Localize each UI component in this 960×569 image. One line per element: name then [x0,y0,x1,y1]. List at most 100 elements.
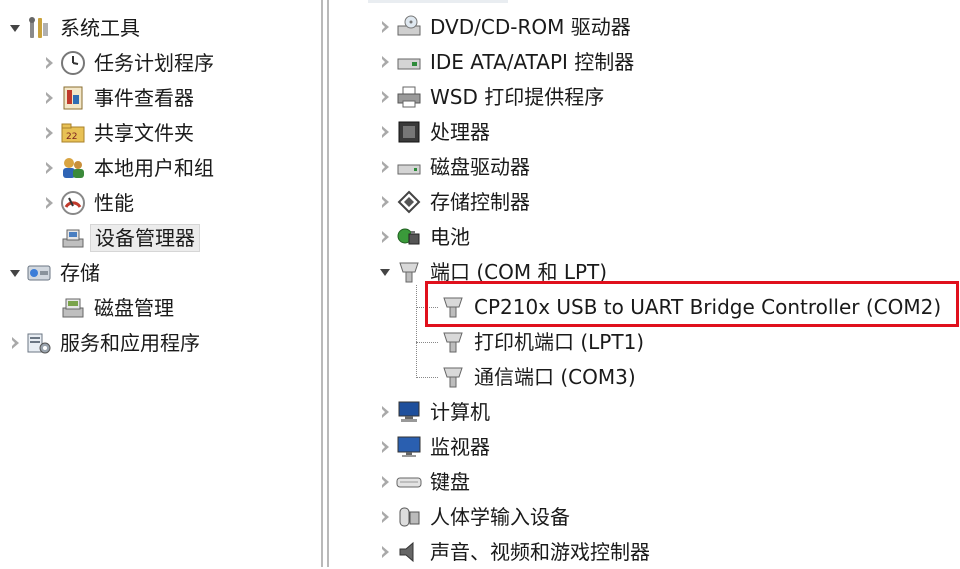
hid-icon [396,504,422,530]
tree-item-system-tools[interactable]: 系统工具 [8,11,140,45]
tree-item-services-apps[interactable]: 服务和应用程序 [8,326,200,360]
device-category-label: 监视器 [430,435,490,459]
collapsed-arrow-icon[interactable] [42,161,56,175]
device-category-ide[interactable]: IDE ATA/ATAPI 控制器 [378,45,634,79]
tree-item-label: 服务和应用程序 [60,331,200,355]
collapsed-arrow-icon[interactable] [42,91,56,105]
collapsed-arrow-icon[interactable] [378,160,392,174]
device-category-label: 电池 [430,225,470,249]
collapsed-arrow-icon[interactable] [42,196,56,210]
device-category-keyboards[interactable]: 键盘 [378,465,470,499]
tree-item-label: 共享文件夹 [94,121,194,145]
storage-icon [26,260,52,286]
tree-item-label: 磁盘管理 [94,296,174,320]
pane-splitter[interactable] [318,0,332,567]
tree-item-storage[interactable]: 存储 [8,256,100,290]
optical-drive-icon [396,14,422,40]
splitter-line [321,0,323,567]
disk-drive-icon [396,154,422,180]
expand-arrow-icon[interactable] [8,266,22,280]
tree-connector-line [416,285,417,378]
tree-item-disk-management[interactable]: 磁盘管理 [60,291,174,325]
tree-item-task-scheduler[interactable]: 任务计划程序 [42,46,214,80]
keyboard-icon [396,469,422,495]
printer-icon [396,84,422,110]
device-category-label: 存储控制器 [430,190,530,214]
device-category-dvd[interactable]: DVD/CD-ROM 驱动器 [378,10,631,44]
highlight-box [425,281,959,327]
collapsed-arrow-icon[interactable] [378,125,392,139]
tree-item-label: 性能 [94,191,134,215]
device-category-label: 磁盘驱动器 [430,155,530,179]
clock-icon [60,50,86,76]
tree-item-label: 系统工具 [60,16,140,40]
tree-item-label: 存储 [60,261,100,285]
device-category-label: 计算机 [430,400,490,424]
collapsed-arrow-icon[interactable] [378,545,392,559]
device-category-processors[interactable]: 处理器 [378,115,490,149]
collapsed-arrow-icon[interactable] [378,195,392,209]
device-item-label: 打印机端口 (LPT1) [474,330,645,354]
processor-icon [396,119,422,145]
shared-folder-icon: 22 [60,120,86,146]
collapsed-arrow-icon[interactable] [378,20,392,34]
device-category-hid[interactable]: 人体学输入设备 [378,500,570,534]
tree-item-performance[interactable]: 性能 [42,186,134,220]
ide-controller-icon [396,49,422,75]
svg-text:22: 22 [66,132,77,142]
collapsed-arrow-icon[interactable] [42,56,56,70]
tree-item-label: 任务计划程序 [94,51,214,75]
tree-connector-line [416,342,438,343]
device-category-label: 声音、视频和游戏控制器 [430,540,650,564]
device-category-label: IDE ATA/ATAPI 控制器 [430,50,635,74]
device-category-wsd[interactable]: WSD 打印提供程序 [378,80,604,114]
device-category-storage-controllers[interactable]: 存储控制器 [378,185,530,219]
monitor-icon [396,434,422,460]
device-category-monitors[interactable]: 监视器 [378,430,490,464]
tree-item-shared-folders[interactable]: 22 共享文件夹 [42,116,194,150]
disk-management-icon [60,295,86,321]
tree-item-label: 事件查看器 [94,86,194,110]
device-item-comm-port[interactable]: 通信端口 (COM3) [440,360,636,394]
device-item-label: 通信端口 (COM3) [474,365,636,389]
computer-icon [396,399,422,425]
collapsed-arrow-icon[interactable] [378,230,392,244]
console-tree: 系统工具 任务计划程序 事件查看器 22 共享文件夹 本地用户和组 性能 设备管… [0,0,318,567]
collapsed-arrow-icon[interactable] [378,90,392,104]
device-category-label: 人体学输入设备 [430,505,570,529]
expand-arrow-icon[interactable] [378,265,392,279]
collapsed-arrow-icon[interactable] [378,55,392,69]
collapsed-arrow-icon[interactable] [378,475,392,489]
device-category-battery[interactable]: 电池 [378,220,470,254]
port-connector-icon [396,259,422,285]
tree-item-local-users-groups[interactable]: 本地用户和组 [42,151,214,185]
device-category-sound[interactable]: 声音、视频和游戏控制器 [378,535,650,569]
device-category-label: DVD/CD-ROM 驱动器 [430,15,631,39]
users-icon [60,155,86,181]
tools-icon [26,15,52,41]
collapsed-arrow-icon[interactable] [378,405,392,419]
tree-item-device-manager[interactable]: 设备管理器 [60,221,200,255]
storage-controller-icon [396,189,422,215]
port-connector-icon [440,364,466,390]
event-viewer-icon [60,85,86,111]
collapsed-arrow-icon[interactable] [42,126,56,140]
device-category-disk-drives[interactable]: 磁盘驱动器 [378,150,530,184]
tree-item-label: 设备管理器 [90,224,200,252]
device-item-printer-port[interactable]: 打印机端口 (LPT1) [440,325,644,359]
collapsed-arrow-icon[interactable] [378,440,392,454]
device-category-label: WSD 打印提供程序 [430,85,605,109]
tree-connector-line [416,377,438,378]
device-manager-icon [60,225,86,251]
collapsed-arrow-icon[interactable] [378,510,392,524]
battery-icon [396,224,422,250]
device-category-label: 处理器 [430,120,490,144]
device-category-label: 键盘 [430,470,470,494]
collapsed-arrow-icon[interactable] [8,336,22,350]
performance-icon [60,190,86,216]
tree-item-event-viewer[interactable]: 事件查看器 [42,81,194,115]
expand-arrow-icon[interactable] [8,21,22,35]
speaker-icon [396,539,422,565]
device-category-computer[interactable]: 计算机 [378,395,490,429]
services-icon [26,330,52,356]
